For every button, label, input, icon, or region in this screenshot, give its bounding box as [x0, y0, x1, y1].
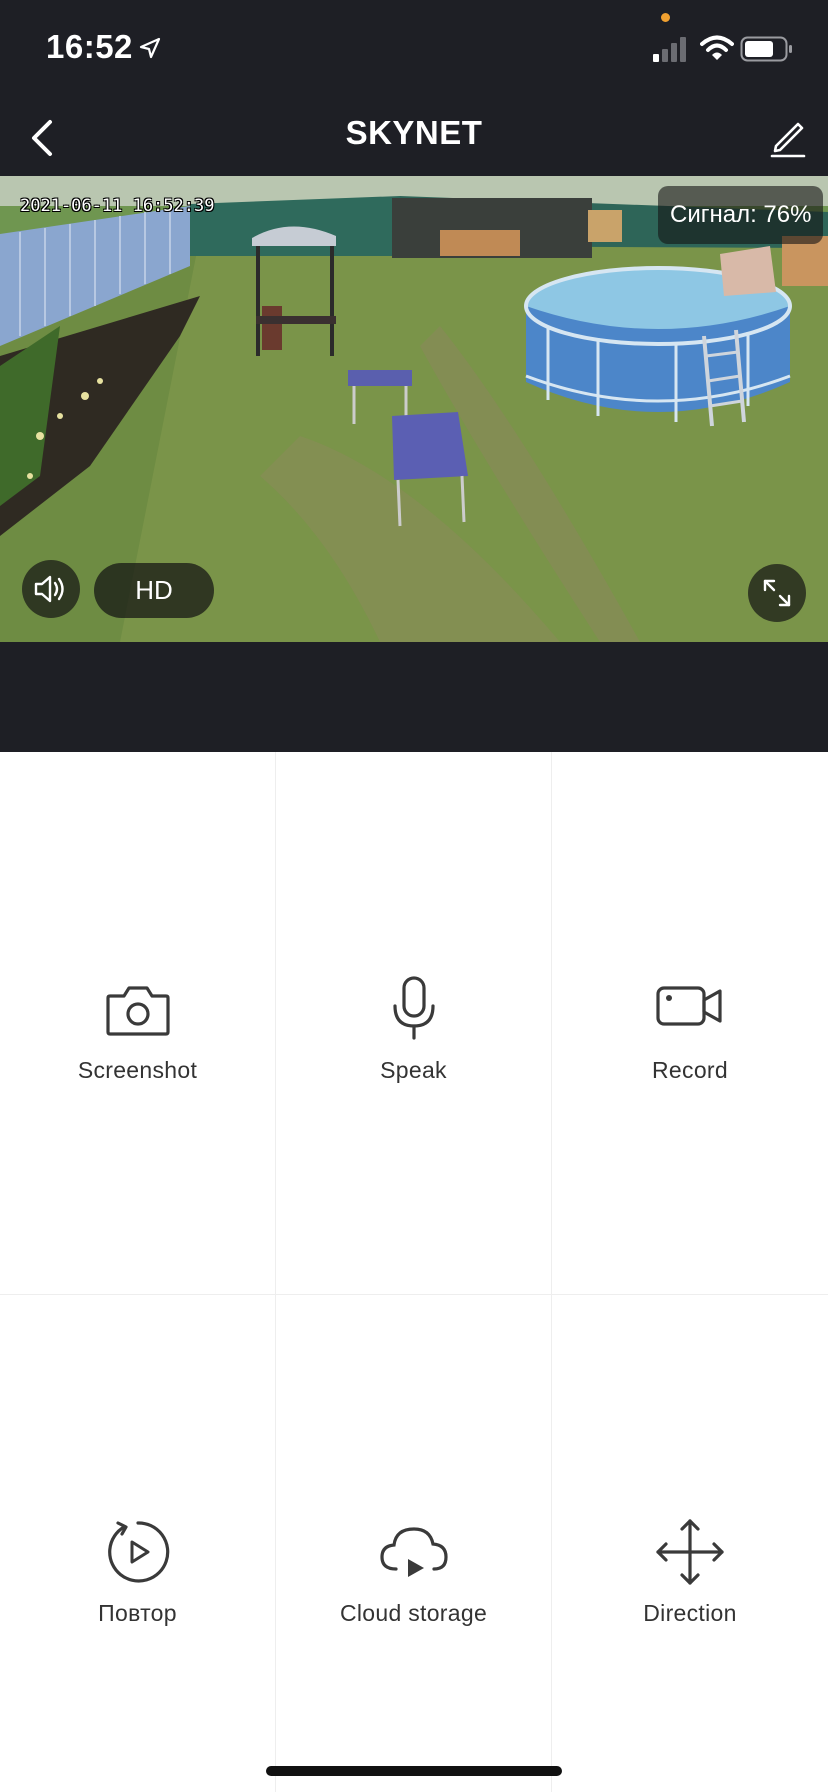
signal-strength-badge: Сигнал: 76% — [658, 186, 824, 244]
screenshot-button[interactable]: Screenshot — [0, 752, 276, 1295]
video-bottom-band — [0, 642, 828, 752]
fullscreen-button[interactable] — [748, 564, 806, 622]
record-button[interactable]: Record — [552, 752, 828, 1295]
action-label: Speak — [380, 1057, 447, 1083]
action-label: Cloud storage — [339, 1600, 488, 1626]
pencil-icon[interactable] — [764, 112, 812, 162]
location-arrow-icon — [139, 37, 161, 59]
move-arrows-icon — [656, 1519, 724, 1585]
status-bar: 16:52 — [0, 0, 828, 100]
playback-icon — [108, 1521, 170, 1583]
status-time: 16:52 — [46, 28, 133, 65]
wifi-icon — [700, 35, 734, 60]
home-indicator[interactable] — [266, 1766, 562, 1776]
action-label: Direction — [643, 1600, 737, 1626]
action-label: Record — [652, 1057, 728, 1083]
video-timestamp: 2021-06-11 16:52:39 — [20, 196, 215, 216]
battery-icon — [740, 36, 792, 62]
action-grid: Screenshot Speak Record Повтор Cloud sto… — [0, 752, 828, 1792]
page-title: SKYNET — [345, 114, 483, 151]
cloud-play-icon — [380, 1527, 448, 1577]
live-video-feed[interactable]: 2021-06-11 16:52:39 Сигнал: 76% HD — [0, 176, 828, 642]
privacy-indicator-dot — [661, 13, 670, 22]
action-label: Screenshot — [77, 1057, 198, 1083]
playback-button[interactable]: Повтор — [0, 1295, 276, 1792]
speak-button[interactable]: Speak — [276, 752, 552, 1295]
cellular-signal-icon — [653, 37, 686, 62]
expand-icon — [763, 579, 791, 607]
volume-button[interactable] — [22, 560, 80, 618]
camera-icon — [106, 986, 170, 1036]
speaker-icon — [34, 575, 64, 603]
action-label: Повтор — [98, 1600, 177, 1626]
cloud-storage-button[interactable]: Cloud storage — [276, 1295, 552, 1792]
direction-button[interactable]: Direction — [552, 1295, 828, 1792]
quality-toggle-button[interactable]: HD — [94, 563, 214, 618]
navigation-bar: SKYNET — [0, 100, 828, 176]
video-camera-icon — [656, 986, 722, 1026]
microphone-icon — [393, 976, 435, 1040]
